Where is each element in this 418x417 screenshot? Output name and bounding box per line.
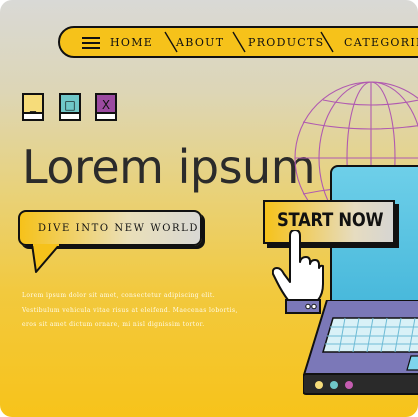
nav-item-categories[interactable]: CATEGORIES	[344, 36, 418, 49]
nav-separator	[232, 31, 246, 53]
close-icon[interactable]: X	[95, 93, 117, 121]
body-paragraph: Lorem ipsum dolor sit amet, consectetur …	[22, 289, 262, 333]
nav-item-products[interactable]: PRODUCTS	[248, 36, 324, 49]
page-title: Lorem ipsum	[22, 140, 316, 194]
speech-bubble-tail	[31, 244, 61, 273]
nav-separator	[320, 31, 334, 53]
bubble-text: DIVE INTO NEW WORLD	[38, 223, 199, 234]
nav-item-home[interactable]: HOME	[110, 36, 153, 49]
body-line: eros sit amet dictum ornare, mi nisl dig…	[22, 321, 205, 329]
hamburger-menu-icon[interactable]	[82, 37, 100, 49]
body-line: Vestibulum vehicula vitae risus at eleif…	[22, 306, 238, 314]
top-nav-bar: HOME ABOUT PRODUCTS CATEGORIES	[58, 26, 418, 58]
nav-item-about[interactable]: ABOUT	[176, 36, 224, 49]
start-now-label: START NOW	[277, 209, 384, 231]
maximize-icon[interactable]: □	[59, 93, 81, 121]
landing-page: HOME ABOUT PRODUCTS CATEGORIES _ □ X Lor…	[0, 0, 418, 417]
pointing-hand-cursor-icon	[272, 230, 324, 314]
minimize-icon[interactable]: _	[22, 93, 44, 121]
body-line: Lorem ipsum dolor sit amet, consectetur …	[22, 292, 216, 299]
speech-bubble-label: DIVE INTO NEW WORLD	[18, 210, 202, 246]
